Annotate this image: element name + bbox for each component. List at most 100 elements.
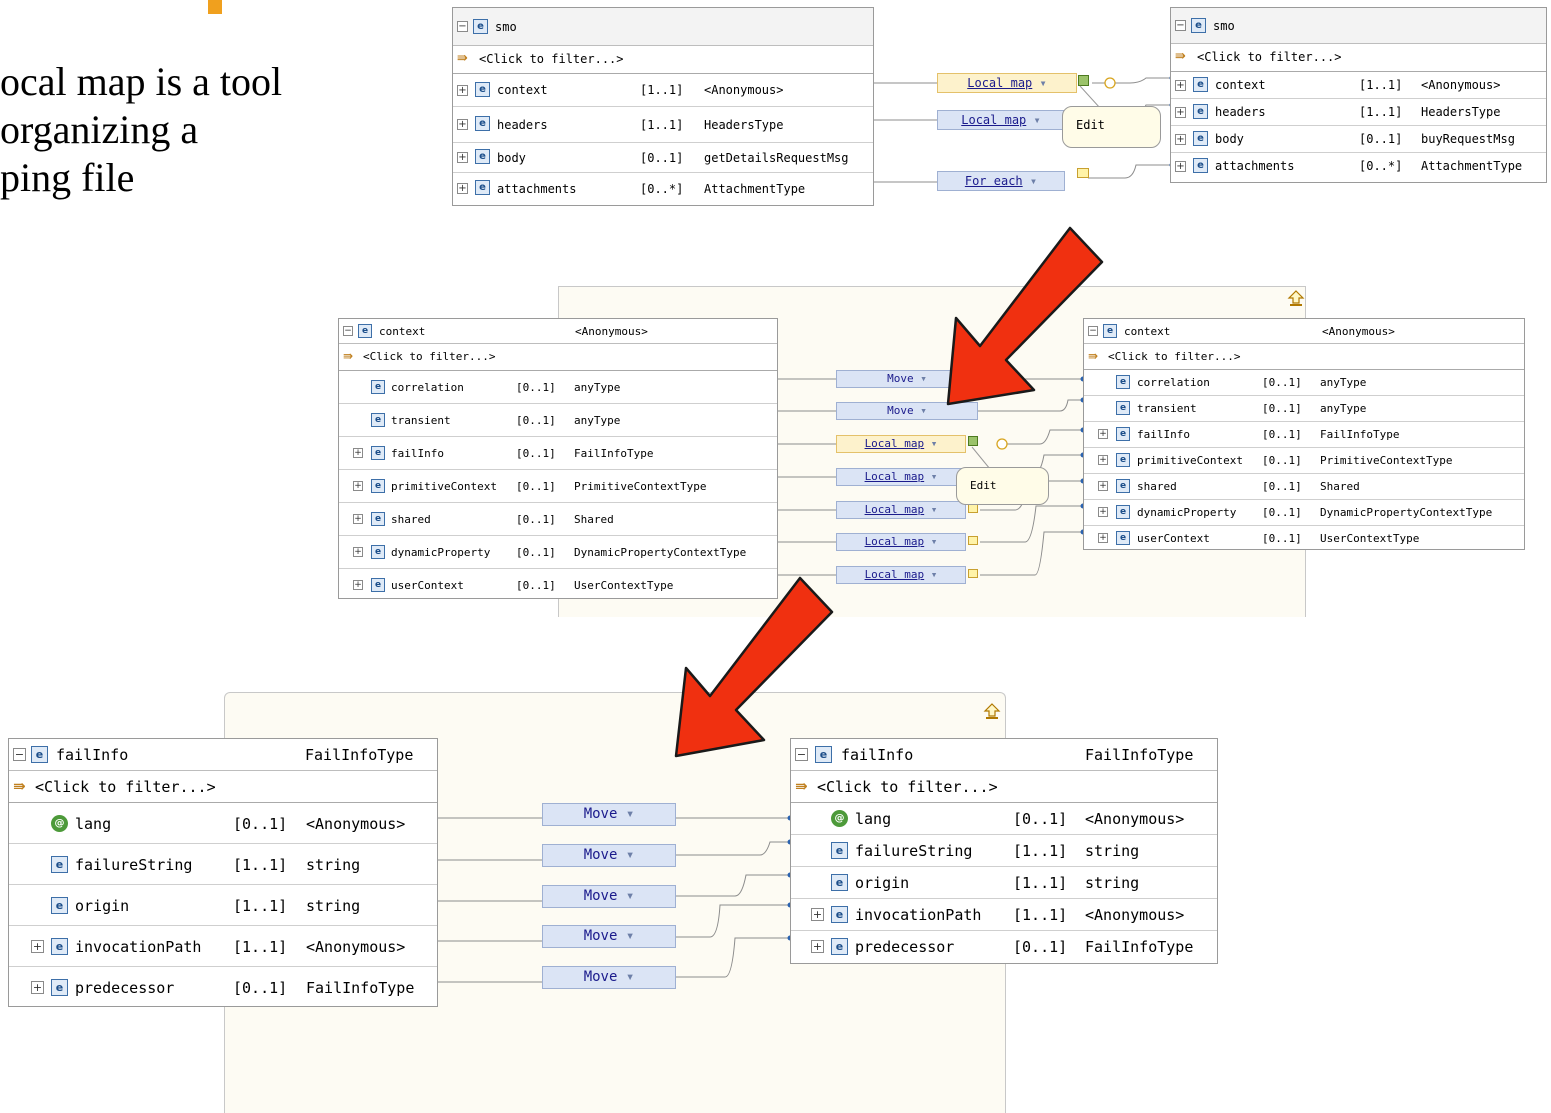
filter-text: <Click to filter...>	[817, 778, 998, 796]
expand-icon[interactable]: +	[457, 152, 468, 163]
up-arrow-icon[interactable]	[983, 702, 1001, 720]
expand-icon[interactable]: +	[31, 981, 44, 994]
tree-row[interactable]: e correlation [0..1] anyType	[1084, 370, 1524, 396]
row-type: DynamicPropertyContextType	[574, 546, 747, 559]
expand-icon[interactable]: +	[353, 514, 363, 524]
tree-row[interactable]: + e dynamicProperty [0..1] DynamicProper…	[339, 536, 777, 569]
tree-row[interactable]: + e attachments [0..*] AttachmentType	[1171, 153, 1546, 180]
row-type: <Anonymous>	[1085, 906, 1185, 924]
tree-row[interactable]: + e dynamicProperty [0..1] DynamicProper…	[1084, 500, 1524, 526]
expand-icon[interactable]: +	[1175, 107, 1186, 118]
move-transform[interactable]: Move ▾	[836, 402, 978, 420]
expand-icon[interactable]: +	[457, 119, 468, 130]
tree-row[interactable]: e origin [1..1] string	[791, 867, 1217, 899]
row-type: <Anonymous>	[704, 83, 784, 97]
local-map-transform[interactable]: Local map ▾	[836, 468, 966, 486]
expand-icon[interactable]: +	[1098, 507, 1108, 517]
row-cardinality: [1..1]	[1359, 78, 1403, 92]
tree-row[interactable]: e correlation [0..1] anyType	[339, 371, 777, 404]
tree-row[interactable]: + e primitiveContext [0..1] PrimitiveCon…	[1084, 448, 1524, 474]
tree-row[interactable]: e failureString [1..1] string	[9, 844, 437, 885]
expand-icon[interactable]: +	[1098, 455, 1108, 465]
expand-icon[interactable]: +	[353, 448, 363, 458]
tree-row[interactable]: e failureString [1..1] string	[791, 835, 1217, 867]
tree-row[interactable]: + e userContext [0..1] UserContextType	[1084, 526, 1524, 552]
local-map-transform[interactable]: Local map ▾	[836, 501, 966, 519]
up-arrow-icon[interactable]	[1287, 289, 1305, 307]
expand-icon[interactable]: +	[1098, 481, 1108, 491]
local-map-transform[interactable]: Local map ▾	[836, 566, 966, 584]
move-transform[interactable]: Move ▾	[542, 925, 676, 948]
filter-icon: ⇛	[1175, 49, 1186, 64]
tree-row[interactable]: + e failInfo [0..1] FailInfoType	[339, 437, 777, 470]
expand-icon[interactable]: +	[31, 940, 44, 953]
collapse-icon[interactable]: −	[1175, 20, 1186, 31]
row-type: UserContextType	[1320, 532, 1420, 545]
collapse-icon[interactable]: −	[13, 748, 26, 761]
row-cardinality: [0..1]	[516, 381, 556, 394]
row-type: HeadersType	[704, 118, 784, 132]
tree-row[interactable]: + e invocationPath [1..1] <Anonymous>	[9, 926, 437, 967]
map-status-icon	[968, 504, 978, 513]
filter-row[interactable]: ⇛ <Click to filter...>	[1084, 344, 1524, 370]
tree-row[interactable]: + e body [0..1] getDetailsRequestMsg	[453, 143, 873, 173]
tree-row[interactable]: + e failInfo [0..1] FailInfoType	[1084, 422, 1524, 448]
row-name: failInfo	[1137, 428, 1190, 441]
expand-icon[interactable]: +	[457, 85, 468, 96]
expand-icon[interactable]: +	[1175, 80, 1186, 91]
local-map-transform[interactable]: Local map ▾	[836, 533, 966, 551]
row-name: correlation	[391, 381, 464, 394]
tree-row[interactable]: + e invocationPath [1..1] <Anonymous>	[791, 899, 1217, 931]
expand-icon[interactable]: +	[1098, 429, 1108, 439]
filter-row[interactable]: ⇛ <Click to filter...>	[791, 771, 1217, 803]
expand-icon[interactable]: +	[353, 580, 363, 590]
collapse-icon[interactable]: −	[1088, 326, 1098, 336]
tree-row[interactable]: + e body [0..1] buyRequestMsg	[1171, 126, 1546, 153]
expand-icon[interactable]: +	[353, 481, 363, 491]
expand-icon[interactable]: +	[811, 908, 824, 921]
local-map-transform[interactable]: Local map ▾	[937, 110, 1065, 130]
tree-row[interactable]: + e shared [0..1] Shared	[1084, 474, 1524, 500]
filter-row[interactable]: ⇛ <Click to filter...>	[9, 771, 437, 803]
row-type: anyType	[574, 414, 621, 427]
tree-row[interactable]: + e headers [1..1] HeadersType	[453, 107, 873, 143]
expand-icon[interactable]: +	[811, 940, 824, 953]
tree-row[interactable]: + e primitiveContext [0..1] PrimitiveCon…	[339, 470, 777, 503]
tree-row[interactable]: + e userContext [0..1] UserContextType	[339, 569, 777, 602]
collapse-icon[interactable]: −	[343, 326, 353, 336]
tree-row[interactable]: + e context [1..1] <Anonymous>	[453, 74, 873, 107]
tree-row[interactable]: e transient [0..1] anyType	[339, 404, 777, 437]
expand-icon[interactable]: +	[1175, 161, 1186, 172]
collapse-icon[interactable]: −	[457, 21, 468, 32]
local-map-transform[interactable]: Local map ▾	[937, 73, 1077, 93]
panel-title-type: <Anonymous>	[1322, 325, 1395, 338]
tree-row[interactable]: e origin [1..1] string	[9, 885, 437, 926]
filter-row[interactable]: ⇛ <Click to filter...>	[339, 344, 777, 371]
for-each-transform[interactable]: For each ▾	[937, 171, 1065, 191]
tree-row[interactable]: @ lang [0..1] <Anonymous>	[791, 803, 1217, 835]
collapse-icon[interactable]: −	[795, 748, 808, 761]
row-name: primitiveContext	[391, 480, 497, 493]
tree-row[interactable]: + e predecessor [0..1] FailInfoType	[791, 931, 1217, 963]
local-map-transform[interactable]: Local map ▾	[836, 435, 966, 453]
move-transform[interactable]: Move ▾	[542, 966, 676, 989]
tree-row[interactable]: + e headers [1..1] HeadersType	[1171, 99, 1546, 126]
move-transform[interactable]: Move ▾	[542, 803, 676, 826]
tree-row[interactable]: e transient [0..1] anyType	[1084, 396, 1524, 422]
element-e-icon: e	[1193, 104, 1208, 119]
move-transform[interactable]: Move ▾	[836, 370, 978, 388]
expand-icon[interactable]: +	[457, 183, 468, 194]
move-transform[interactable]: Move ▾	[542, 844, 676, 867]
filter-row[interactable]: ⇛ <Click to filter...>	[1171, 44, 1546, 72]
move-transform[interactable]: Move ▾	[542, 885, 676, 908]
slide-accent-mark	[208, 0, 222, 14]
tree-row[interactable]: + e predecessor [0..1] FailInfoType	[9, 967, 437, 1008]
tree-row[interactable]: + e attachments [0..*] AttachmentType	[453, 173, 873, 205]
tree-row[interactable]: @ lang [0..1] <Anonymous>	[9, 803, 437, 844]
filter-row[interactable]: ⇛ <Click to filter...>	[453, 46, 873, 74]
expand-icon[interactable]: +	[353, 547, 363, 557]
expand-icon[interactable]: +	[1098, 533, 1108, 543]
tree-row[interactable]: + e context [1..1] <Anonymous>	[1171, 72, 1546, 99]
expand-icon[interactable]: +	[1175, 134, 1186, 145]
tree-row[interactable]: + e shared [0..1] Shared	[339, 503, 777, 536]
